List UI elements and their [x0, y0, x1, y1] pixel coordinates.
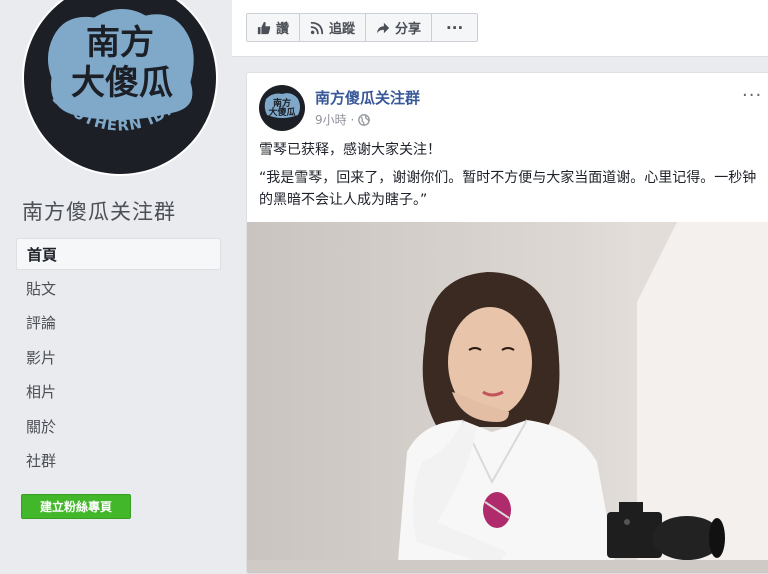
main-column: 讚 追蹤 分享 ··· 南方 大傻瓜 南方傻瓜关注群 9小時 · ··· 雪琴已…	[232, 0, 768, 574]
post-photo[interactable]	[247, 222, 768, 573]
nav-item-community[interactable]: 社群	[16, 445, 221, 477]
nav-item-home[interactable]: 首頁	[16, 238, 221, 270]
post-options-button[interactable]: ···	[742, 85, 762, 106]
create-page-button[interactable]: 建立粉絲專頁	[21, 494, 131, 519]
page-action-bar: 讚 追蹤 分享 ···	[232, 0, 768, 57]
nav-item-about[interactable]: 關於	[16, 411, 221, 443]
post-author-avatar[interactable]: 南方 大傻瓜	[259, 85, 305, 131]
page-nav: 首頁 貼文 評論 影片 相片 關於 社群	[16, 238, 221, 480]
post-author-name[interactable]: 南方傻瓜关注群	[315, 87, 420, 108]
nav-item-videos[interactable]: 影片	[16, 342, 221, 374]
southern-idiot-logo-icon: 南方 大傻瓜 SOUTHERN IDIOT	[24, 0, 216, 174]
page-action-buttons: 讚 追蹤 分享 ···	[246, 13, 479, 42]
share-arrow-icon	[376, 22, 390, 33]
left-sidebar: 南方 大傻瓜 SOUTHERN IDIOT 南方傻瓜关注群 首頁 貼文 評論 影…	[0, 0, 232, 561]
like-button[interactable]: 讚	[247, 14, 301, 41]
nav-item-reviews[interactable]: 評論	[16, 307, 221, 339]
nav-item-posts[interactable]: 貼文	[16, 273, 221, 305]
more-actions-button[interactable]: ···	[432, 14, 477, 41]
svg-text:南方: 南方	[86, 23, 154, 63]
share-button[interactable]: 分享	[366, 14, 433, 41]
page-name[interactable]: 南方傻瓜关注群	[22, 196, 176, 226]
post-message-line: 雪琴已获释，感谢大家关注！	[259, 142, 441, 158]
rss-icon	[310, 21, 324, 34]
nav-item-photos[interactable]: 相片	[16, 376, 221, 408]
post-timestamp[interactable]: 9小時 ·	[315, 111, 371, 128]
post-message: 雪琴已获释，感谢大家关注！ “我是雪琴，回来了，谢谢你们。暂时不方便与大家当面道…	[259, 139, 759, 217]
follow-label: 追蹤	[329, 22, 356, 37]
follow-button[interactable]: 追蹤	[300, 14, 367, 41]
like-label: 讚	[276, 22, 290, 37]
post-time-text: 9小時 ·	[315, 113, 355, 127]
page-profile-picture[interactable]: 南方 大傻瓜 SOUTHERN IDIOT	[22, 0, 218, 176]
svg-text:大傻瓜: 大傻瓜	[268, 106, 295, 118]
southern-idiot-avatar-icon: 南方 大傻瓜	[259, 85, 305, 131]
post-message-quote: “我是雪琴，回来了，谢谢你们。暂时不方便与大家当面道谢。心里记得。一秒钟的黑暗不…	[259, 170, 757, 208]
svg-text:大傻瓜: 大傻瓜	[71, 63, 173, 103]
woman-with-camera-photo-icon	[247, 222, 768, 573]
thumbs-up-icon	[257, 21, 271, 34]
post-card: 南方 大傻瓜 南方傻瓜关注群 9小時 · ··· 雪琴已获释，感谢大家关注！ “…	[246, 72, 768, 574]
share-label: 分享	[395, 22, 422, 37]
globe-icon	[358, 113, 371, 126]
